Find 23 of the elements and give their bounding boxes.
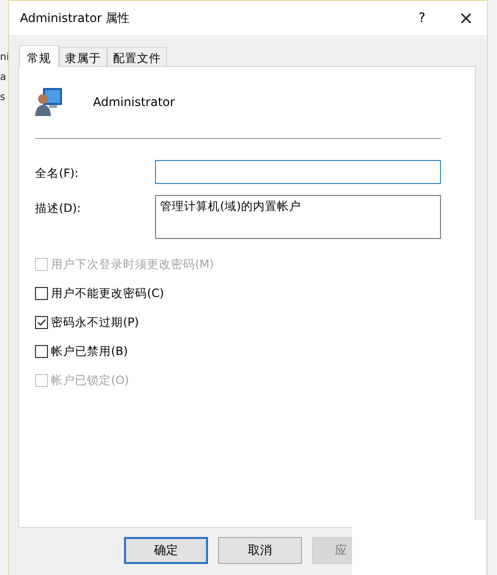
tab[interactable]: 常规 [19, 45, 59, 67]
help-button[interactable]: ? [407, 10, 437, 26]
checkbox-option[interactable]: 用户不能更改密码(C) [35, 286, 164, 301]
tab[interactable]: 配置文件 [107, 47, 167, 66]
dialog-button[interactable]: 确定 [124, 537, 208, 564]
checkbox-option[interactable]: 密码永不过期(P) [35, 315, 139, 330]
close-button[interactable]: × [451, 8, 481, 28]
checkbox[interactable] [35, 345, 48, 358]
background-text: a [0, 72, 8, 84]
dialog-button[interactable]: 取消 [218, 537, 302, 564]
input-field[interactable] [155, 160, 441, 184]
checkbox[interactable] [35, 316, 48, 329]
description-field[interactable]: 管理计算机(域)的内置帐户 [155, 195, 441, 239]
background-text: s [0, 92, 6, 104]
field-label: 描述(D): [35, 200, 82, 217]
window-title: Administrator 属性 [20, 10, 131, 26]
user-name: Administrator [93, 95, 175, 109]
field-label: 全名(F): [35, 165, 80, 182]
checkbox-option[interactable]: 帐户已禁用(B) [35, 344, 128, 359]
checkbox[interactable] [35, 287, 48, 300]
background-text: ni [0, 52, 8, 64]
tab[interactable]: 隶属于 [59, 47, 107, 66]
user-computer-icon [35, 87, 63, 117]
